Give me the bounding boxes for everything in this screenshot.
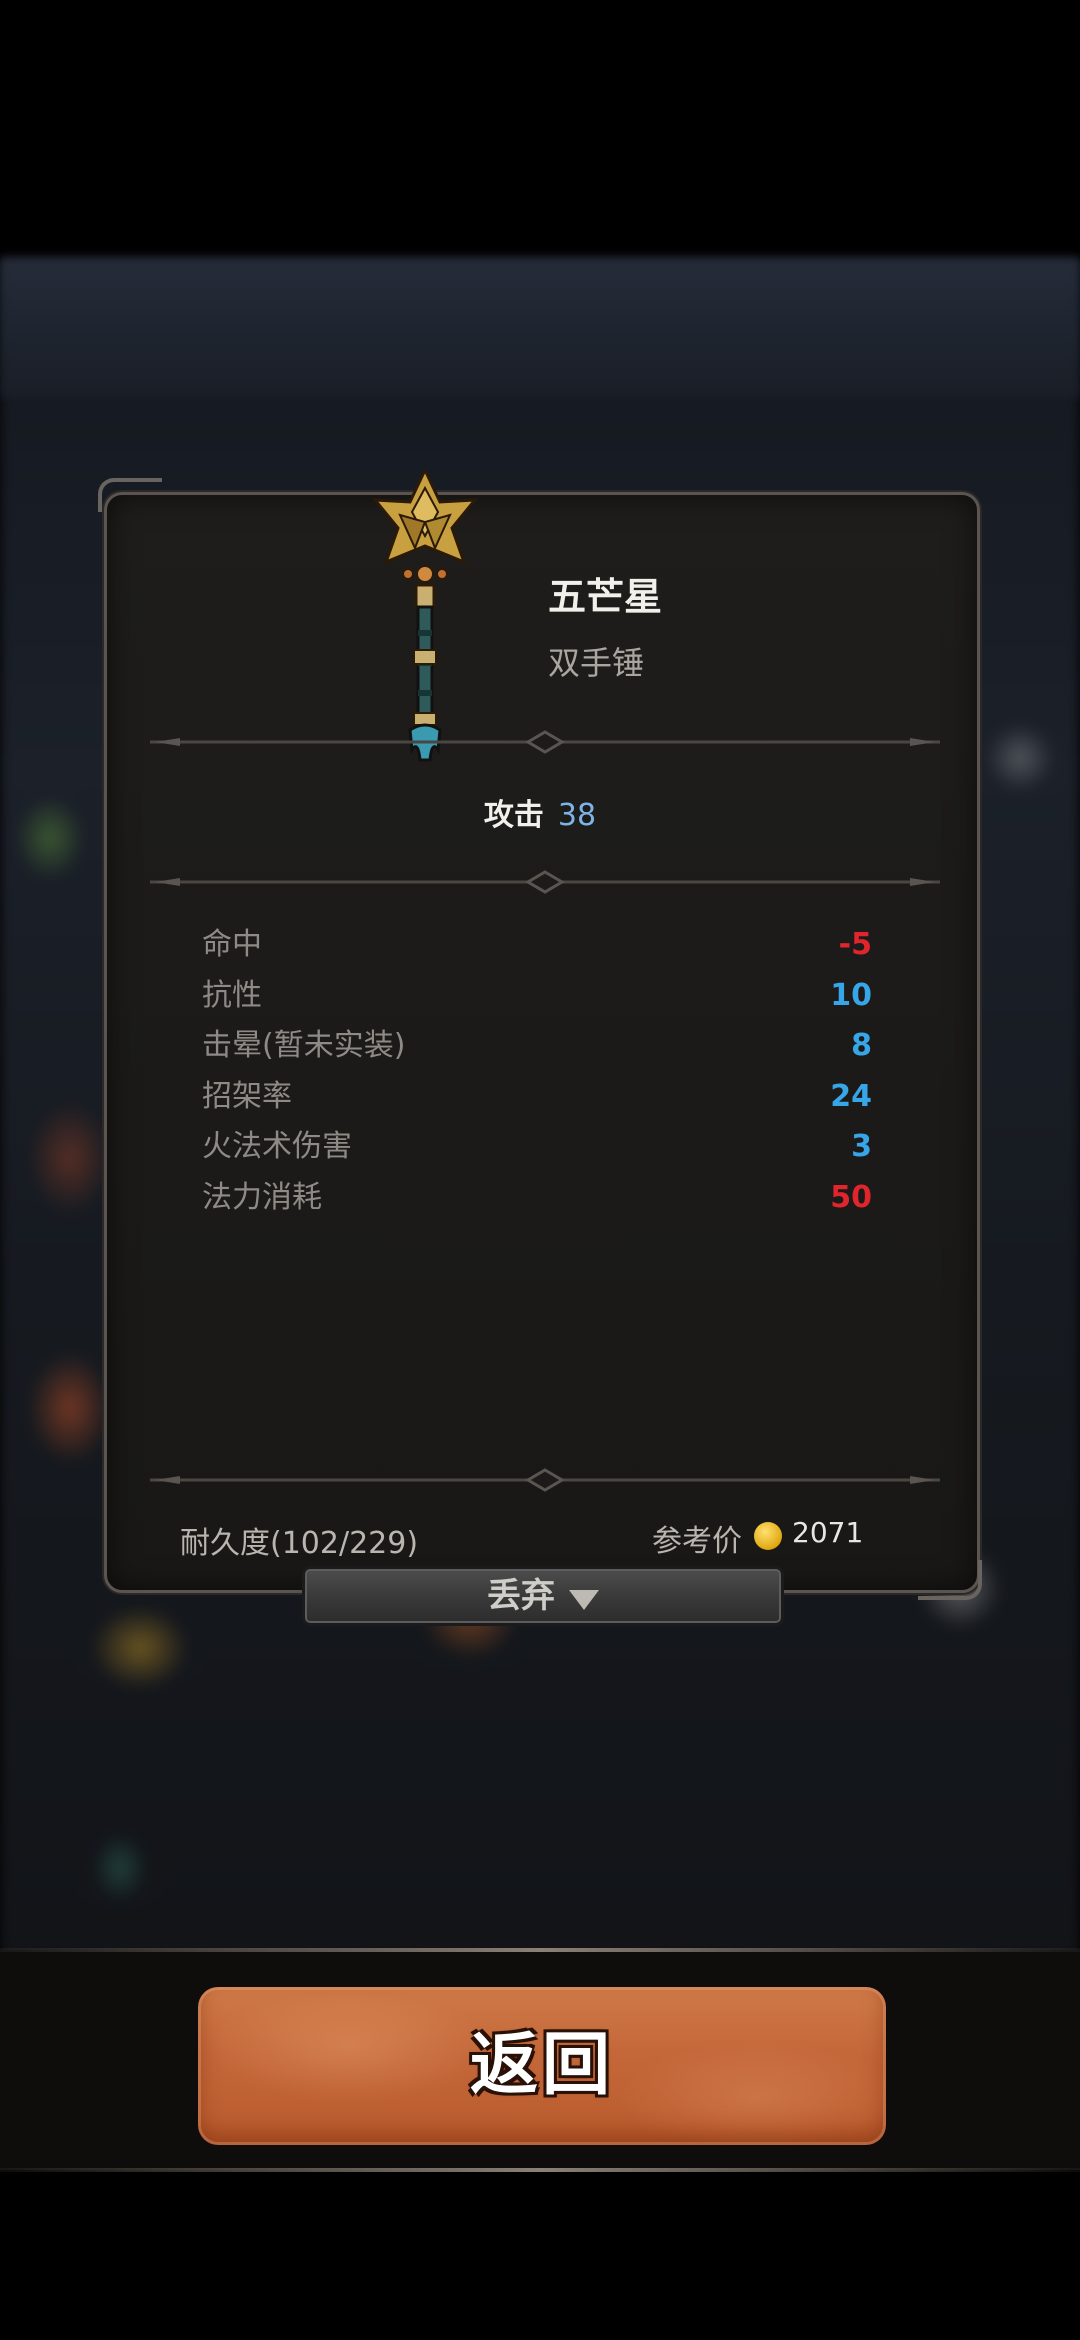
stat-label: 法力消耗 xyxy=(202,1179,322,1215)
ornamental-divider xyxy=(150,870,940,894)
attack-value: 38 xyxy=(557,798,597,833)
stat-label: 抗性 xyxy=(202,977,262,1013)
item-name: 五芒星 xyxy=(548,575,663,619)
discard-button[interactable]: 丢弃 xyxy=(302,1566,784,1626)
ornamental-divider xyxy=(150,1468,940,1492)
ornamental-divider xyxy=(150,730,940,754)
stat-row: 击晕(暂未实装) 8 xyxy=(202,1021,872,1072)
stat-label: 命中 xyxy=(202,927,262,962)
blurred-top-bar xyxy=(0,258,1080,398)
card-corner-ornament xyxy=(98,478,162,512)
stat-value: 8 xyxy=(851,1028,872,1063)
stat-label: 招架率 xyxy=(202,1078,292,1114)
stat-value: 10 xyxy=(830,977,872,1013)
stat-value: 3 xyxy=(851,1129,872,1164)
stat-row: 法力消耗 50 xyxy=(202,1173,872,1224)
stat-label: 击晕(暂未实装) xyxy=(202,1028,406,1063)
discard-label: 丢弃 xyxy=(487,1576,555,1616)
price-label: 参考价 xyxy=(652,1524,742,1559)
stat-row: 招架率 24 xyxy=(202,1072,872,1123)
back-button[interactable]: 返回 xyxy=(198,1987,886,2145)
stat-value: 50 xyxy=(830,1179,872,1215)
stat-row: 火法术伤害 3 xyxy=(202,1122,872,1173)
stats-list: 命中 -5 抗性 10 击晕(暂未实装) 8 招架率 24 火法术伤害 3 法力… xyxy=(202,920,872,1223)
attack-row: 攻击 38 xyxy=(0,790,1080,834)
stat-value: -5 xyxy=(838,927,872,962)
card-corner-ornament xyxy=(918,1560,982,1600)
price-value: 2071 xyxy=(792,1516,864,1549)
bottom-divider xyxy=(0,2168,1080,2172)
bottom-divider xyxy=(0,1948,1080,1952)
stat-row: 命中 -5 xyxy=(202,920,872,971)
chevron-down-icon xyxy=(569,1589,599,1610)
stat-label: 火法术伤害 xyxy=(202,1129,352,1164)
back-label: 返回 xyxy=(469,2026,614,2105)
screen: 五芒星 双手锤 攻击 38 命中 -5 抗性 10 击晕(暂未实装) 8 招架率… xyxy=(0,0,1080,2340)
durability-text: 耐久度(102/229) xyxy=(180,1526,419,1561)
attack-label: 攻击 xyxy=(483,798,544,833)
stat-value: 24 xyxy=(830,1078,872,1114)
gold-coin-icon xyxy=(754,1522,782,1550)
stat-row: 抗性 10 xyxy=(202,971,872,1022)
item-type: 双手锤 xyxy=(548,644,645,682)
